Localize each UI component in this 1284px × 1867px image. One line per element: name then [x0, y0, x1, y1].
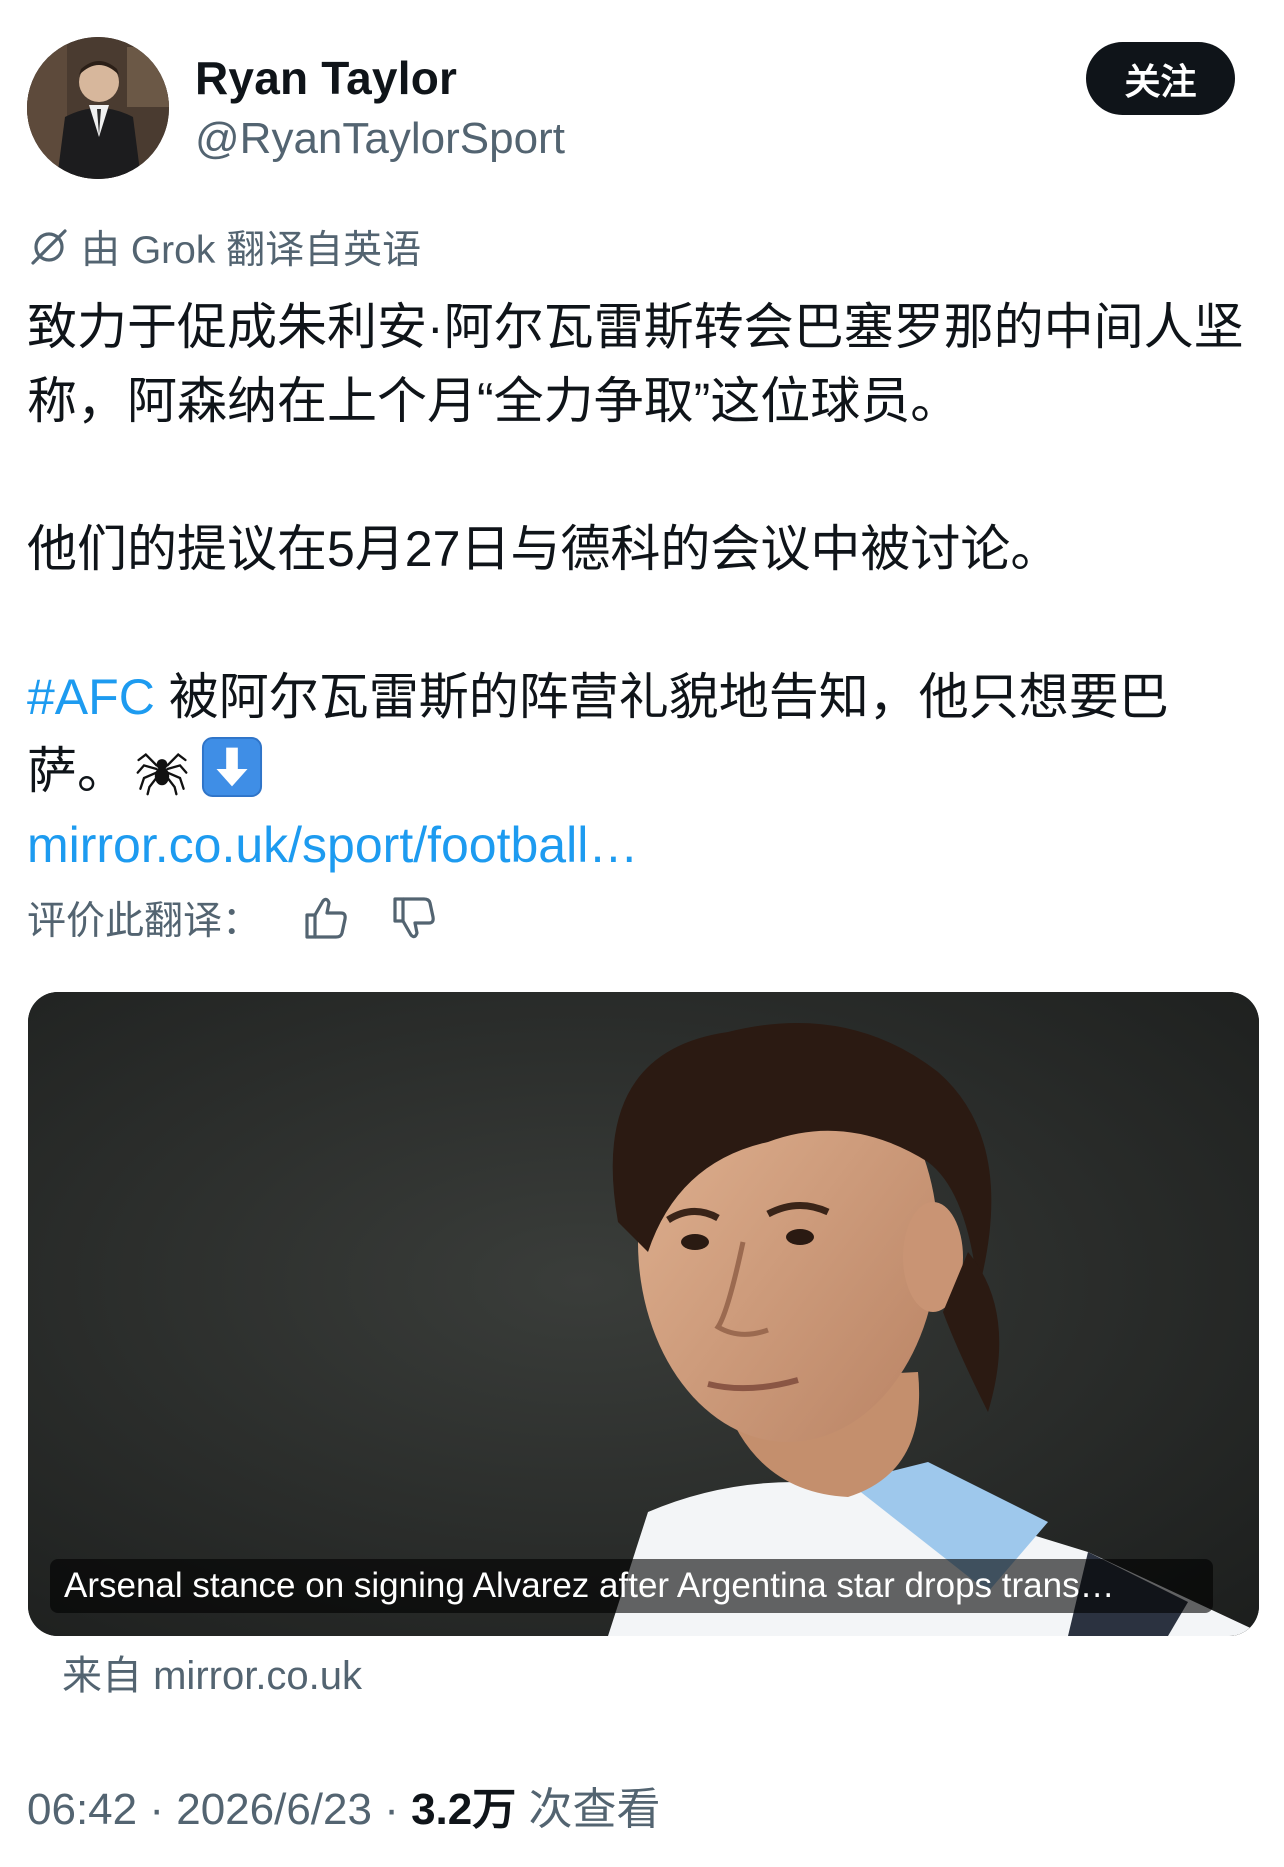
tweet-text: 致力于促成朱利安·阿尔瓦雷斯转会巴塞罗那的中间人坚称，阿森纳在上个月“全力争取”… — [27, 290, 1252, 882]
spider-emoji-icon — [136, 753, 188, 796]
tweet-meta: 06:42 · 2026/6/23 · 3.2万 次查看 — [27, 1780, 660, 1840]
article-link[interactable]: mirror.co.uk/sport/football… — [27, 817, 638, 873]
tweet-date[interactable]: 2026/6/23 — [176, 1785, 372, 1834]
author-display-name[interactable]: Ryan Taylor — [195, 48, 457, 108]
card-image — [28, 992, 1259, 1636]
avatar-image — [27, 37, 169, 179]
tweet-paragraph-3-text: 被阿尔瓦雷斯的阵营礼貌地告知，他只想要巴萨。 — [27, 669, 1169, 799]
tweet-paragraph-1: 致力于促成朱利安·阿尔瓦雷斯转会巴塞罗那的中间人坚称，阿森纳在上个月“全力争取”… — [27, 299, 1244, 429]
views-count: 3.2万 — [411, 1785, 517, 1834]
card-source[interactable]: 来自 mirror.co.uk — [62, 1648, 362, 1704]
link-preview-card[interactable]: Arsenal stance on signing Alvarez after … — [28, 992, 1259, 1636]
grok-translate-icon — [31, 229, 67, 265]
translation-note[interactable]: 由 Grok 翻译自英语 — [27, 222, 421, 272]
rate-translation-label: 评价此翻译： — [27, 900, 262, 943]
translation-note-text: 由 Grok 翻译自英语 — [81, 229, 422, 272]
follow-button[interactable]: 关注 — [1086, 42, 1235, 115]
meta-separator: · — [371, 1785, 412, 1834]
author-handle[interactable]: @RyanTaylorSport — [195, 110, 565, 168]
rate-translation: 评价此翻译： — [27, 890, 439, 946]
down-arrow-emoji-icon — [201, 736, 263, 798]
hashtag-link[interactable]: #AFC — [27, 669, 155, 725]
tweet-paragraph-2: 他们的提议在5月27日与德科的会议中被讨论。 — [27, 521, 1061, 577]
card-caption: Arsenal stance on signing Alvarez after … — [50, 1559, 1213, 1613]
views-label: 次查看 — [516, 1785, 661, 1834]
meta-separator: · — [137, 1785, 177, 1834]
author-avatar[interactable] — [27, 37, 169, 179]
thumbs-up-icon[interactable] — [301, 893, 351, 943]
thumbs-down-icon[interactable] — [389, 893, 439, 943]
tweet-paragraph-3: #AFC 被阿尔瓦雷斯的阵营礼貌地告知，他只想要巴萨。 — [27, 660, 1252, 808]
tweet-time[interactable]: 06:42 — [27, 1785, 137, 1834]
